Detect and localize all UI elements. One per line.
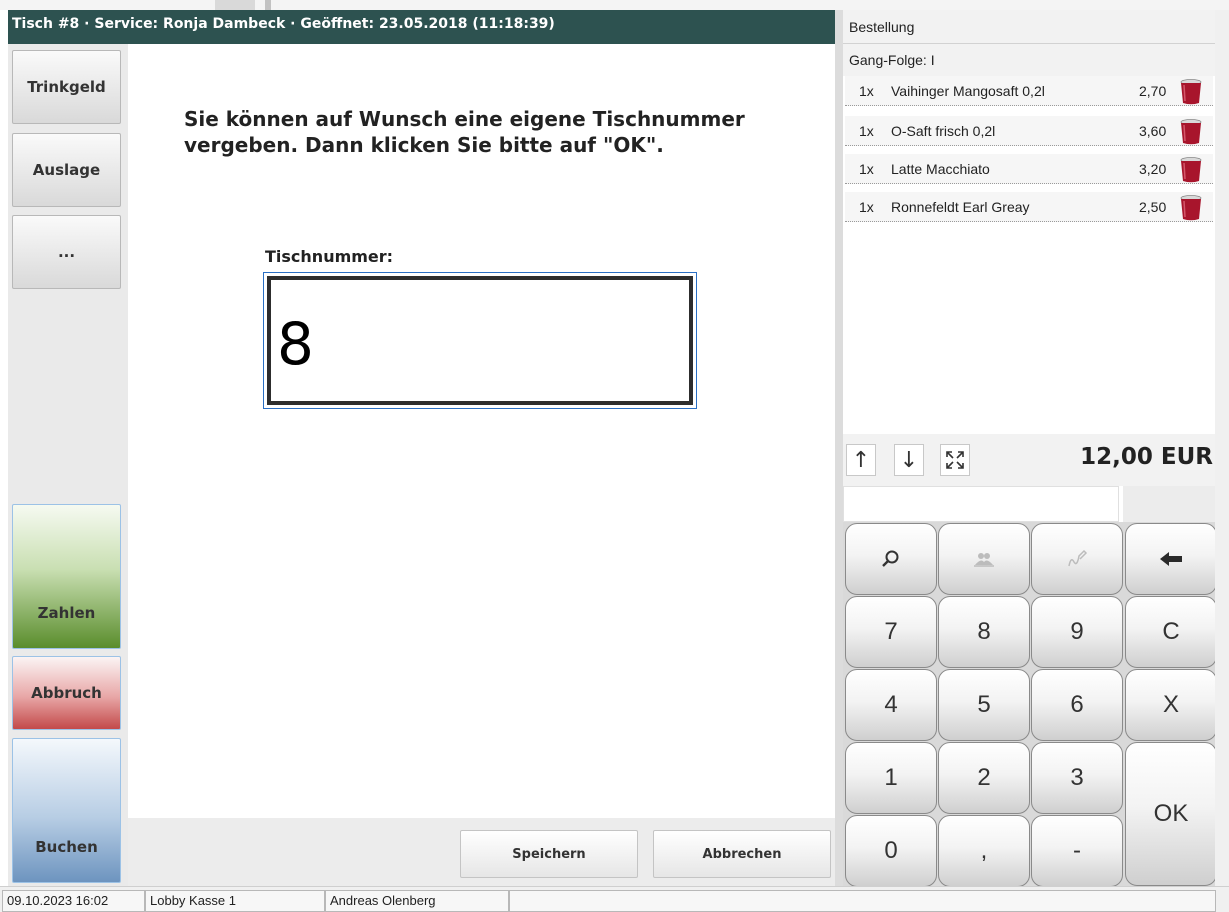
order-title: Bestellung [843, 10, 1215, 44]
key-8[interactable]: 8 [938, 596, 1030, 668]
cancel-button[interactable]: Abbrechen [653, 830, 831, 878]
tip-button[interactable]: Trinkgeld [12, 50, 121, 124]
key-5[interactable]: 5 [938, 669, 1030, 741]
drink-cup-icon [1180, 119, 1202, 145]
main-content: Sie können auf Wunsch eine eigene Tischn… [128, 44, 835, 818]
abort-button[interactable]: Abbruch [12, 656, 121, 730]
guests-icon [974, 553, 994, 567]
item-name: Vaihinger Mangosaft 0,2l [891, 83, 1045, 99]
backspace-key[interactable] [1125, 523, 1217, 595]
order-list: 1x Vaihinger Mangosaft 0,2l 2,70 1x O-Sa… [843, 76, 1215, 434]
item-price: 3,60 [1139, 123, 1167, 139]
item-quantity: 1x [859, 199, 874, 215]
search-key[interactable] [845, 523, 937, 595]
comma-key[interactable]: , [938, 815, 1030, 887]
key-6[interactable]: 6 [1031, 669, 1123, 741]
order-total: 12,00 EUR [1080, 444, 1213, 470]
item-price: 2,50 [1139, 199, 1167, 215]
minus-key[interactable]: - [1031, 815, 1123, 887]
item-name: O-Saft frisch 0,2l [891, 123, 996, 139]
status-datetime: 09.10.2023 16:02 [2, 890, 145, 912]
order-tools: ↑ ↓ 12,00 EUR [843, 434, 1215, 486]
save-button[interactable]: Speichern [460, 830, 638, 878]
item-quantity: 1x [859, 123, 874, 139]
panel-divider [835, 10, 843, 886]
order-item[interactable]: 1x O-Saft frisch 0,2l 3,60 [845, 116, 1213, 146]
right-edge [1215, 10, 1229, 886]
scroll-down-button[interactable]: ↓ [894, 444, 924, 476]
key-7[interactable]: 7 [845, 596, 937, 668]
pay-button[interactable]: Zahlen [12, 504, 121, 649]
instruction-message: Sie können auf Wunsch eine eigene Tischn… [184, 107, 745, 157]
window-fragment [215, 0, 255, 10]
expand-button[interactable] [940, 444, 970, 476]
status-empty [509, 890, 1216, 912]
more-button[interactable]: ... [12, 215, 121, 289]
order-item[interactable]: 1x Vaihinger Mangosaft 0,2l 2,70 [845, 76, 1213, 106]
keypad-entry-field[interactable] [843, 486, 1119, 522]
display-button[interactable]: Auslage [12, 133, 121, 207]
cancel-x-key[interactable]: X [1125, 669, 1217, 741]
signature-key[interactable] [1031, 523, 1123, 595]
item-name: Latte Macchiato [891, 161, 990, 177]
guests-key[interactable] [938, 523, 1030, 595]
table-number-label: Tischnummer: [265, 247, 394, 266]
drink-cup-icon [1180, 195, 1202, 221]
table-number-input[interactable] [267, 276, 693, 405]
table-header: Tisch #8 · Service: Ronja Dambeck · Geöf… [8, 10, 839, 44]
key-0[interactable]: 0 [845, 815, 937, 887]
key-2[interactable]: 2 [938, 742, 1030, 814]
status-user: Andreas Olenberg [325, 890, 509, 912]
item-quantity: 1x [859, 83, 874, 99]
ok-key[interactable]: OK [1125, 742, 1217, 886]
numeric-keypad: 7 8 9 C 4 5 6 X 1 2 3 OK 0 , - [843, 522, 1217, 887]
key-4[interactable]: 4 [845, 669, 937, 741]
drink-cup-icon [1180, 157, 1202, 183]
key-9[interactable]: 9 [1031, 596, 1123, 668]
signature-icon [1068, 549, 1088, 567]
window-fragment [265, 0, 271, 10]
key-1[interactable]: 1 [845, 742, 937, 814]
clear-key[interactable]: C [1125, 596, 1217, 668]
item-price: 2,70 [1139, 83, 1167, 99]
table-number-frame [263, 272, 697, 409]
search-icon [882, 550, 899, 567]
scroll-up-button[interactable]: ↑ [846, 444, 876, 476]
top-strip [0, 0, 1229, 10]
status-bar: 09.10.2023 16:02 Lobby Kasse 1 Andreas O… [0, 886, 1229, 912]
key-3[interactable]: 3 [1031, 742, 1123, 814]
book-button[interactable]: Buchen [12, 738, 121, 883]
course-label: Gang-Folge: I [843, 44, 1215, 76]
order-item[interactable]: 1x Ronnefeldt Earl Greay 2,50 [845, 192, 1213, 222]
keypad-entry-side [1123, 486, 1215, 522]
item-quantity: 1x [859, 161, 874, 177]
item-price: 3,20 [1139, 161, 1167, 177]
item-name: Ronnefeldt Earl Greay [891, 199, 1030, 215]
order-item[interactable]: 1x Latte Macchiato 3,20 [845, 154, 1213, 184]
status-register: Lobby Kasse 1 [145, 890, 325, 912]
drink-cup-icon [1180, 79, 1202, 105]
action-bar: Speichern Abbrechen [128, 818, 835, 886]
expand-icon [946, 451, 964, 469]
backspace-arrow-icon [1160, 552, 1182, 566]
left-sidebar: Trinkgeld Auslage ... Zahlen Abbruch Buc… [8, 44, 128, 886]
